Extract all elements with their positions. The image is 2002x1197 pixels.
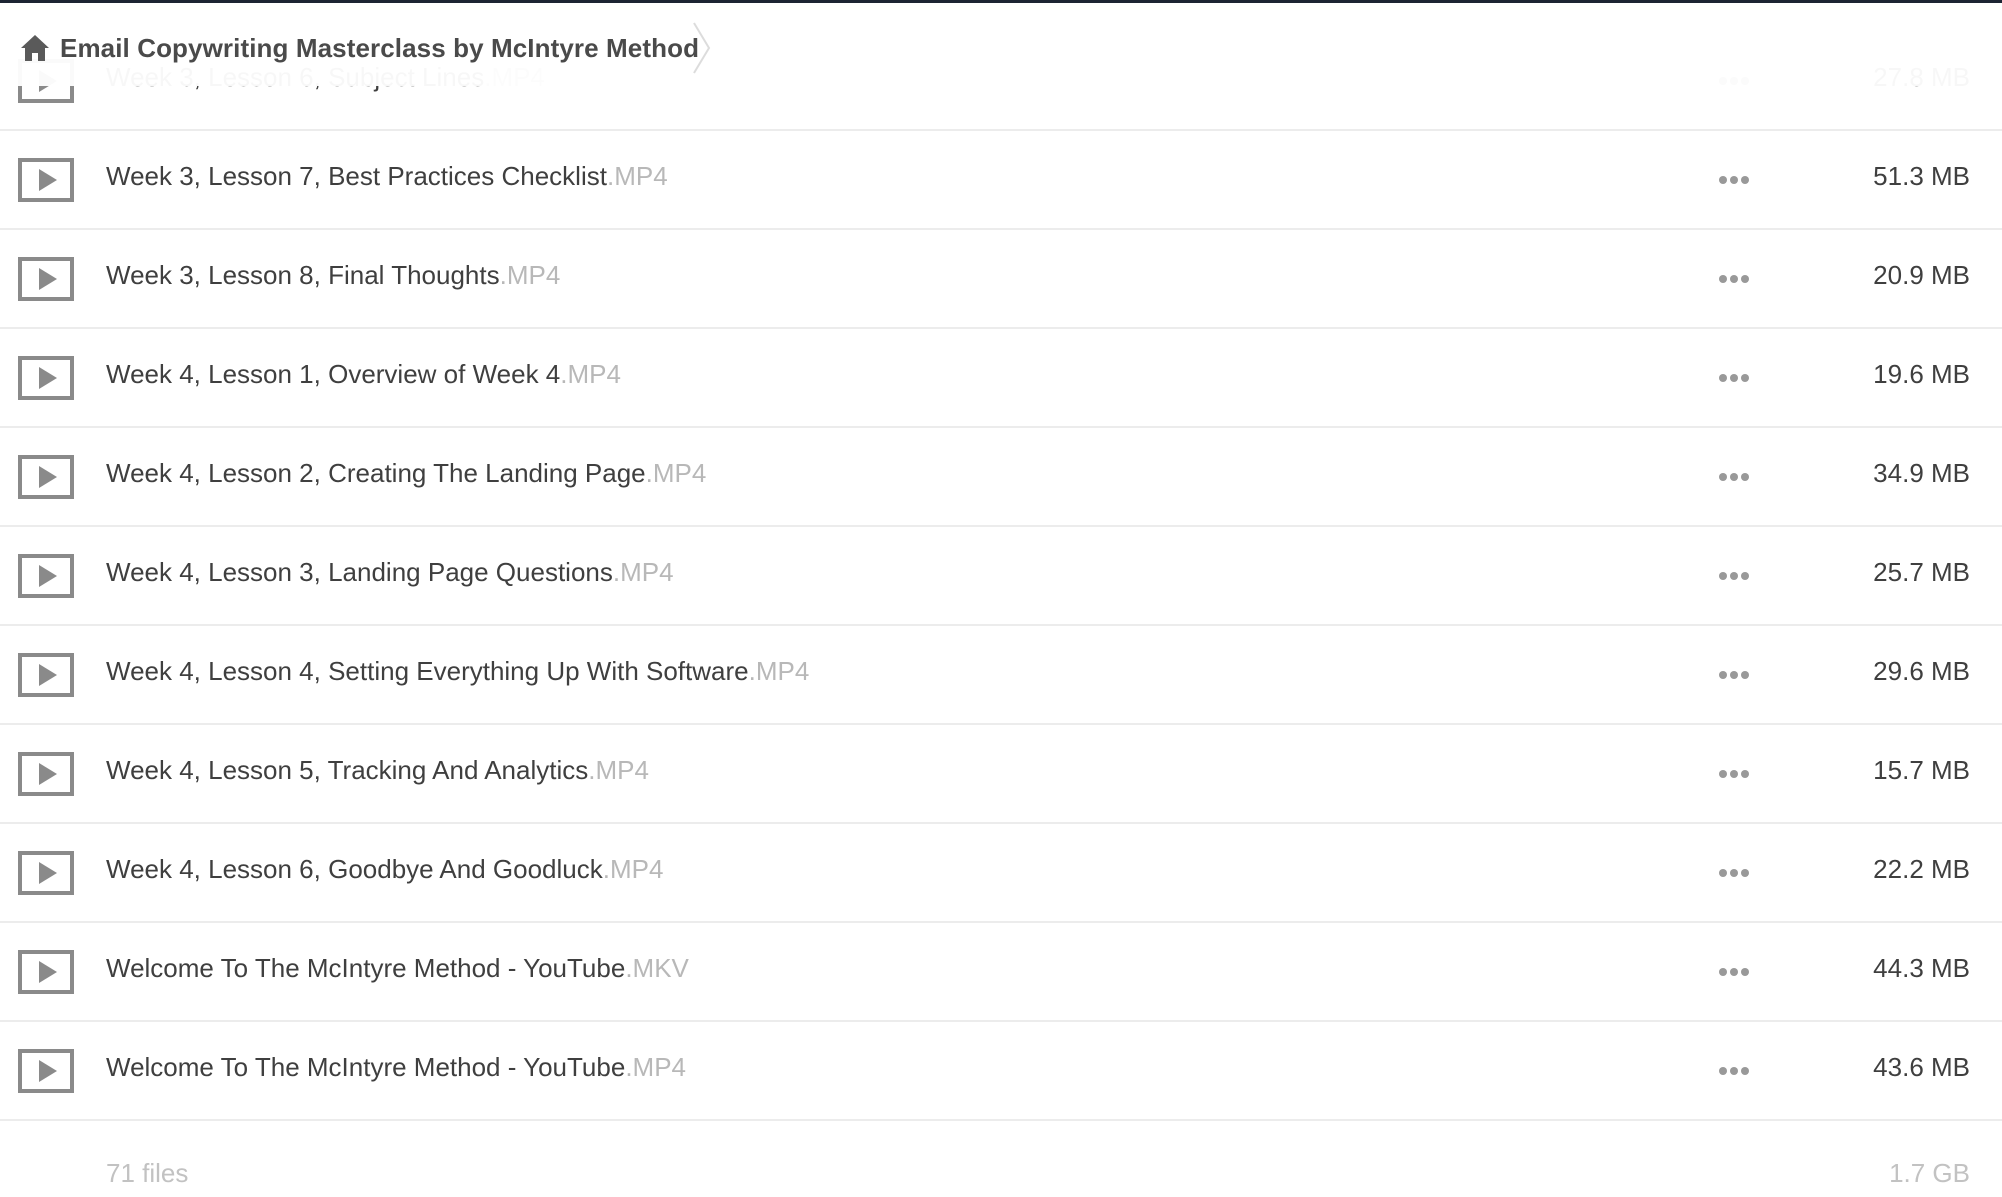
file-row[interactable]: Week 4, Lesson 1, Overview of Week 4.MP4…	[0, 329, 2002, 428]
file-name[interactable]: Week 4, Lesson 6, Goodbye And Goodluck.M…	[106, 854, 663, 885]
file-row[interactable]: Week 3, Lesson 8, Final Thoughts.MP4 20.…	[0, 230, 2002, 329]
file-extension: .MP4	[560, 359, 621, 389]
file-extension: .MP4	[606, 161, 668, 191]
file-row[interactable]: Welcome To The McIntyre Method - YouTube…	[0, 1022, 2002, 1121]
play-icon	[18, 554, 74, 598]
more-options-icon[interactable]	[1718, 274, 1750, 284]
file-size: 20.9 MB	[1873, 260, 1970, 290]
play-icon	[18, 455, 74, 499]
file-name[interactable]: Week 4, Lesson 4, Setting Everything Up …	[106, 656, 809, 687]
file-extension: .MP4	[602, 854, 664, 884]
file-row[interactable]: Week 4, Lesson 3, Landing Page Questions…	[0, 527, 2002, 626]
file-list: Week 3, Lesson 6, Subject Lines.MP4 27.8…	[0, 32, 2002, 1121]
file-size: 15.7 MB	[1873, 755, 1970, 785]
more-options-icon[interactable]	[1718, 769, 1750, 779]
breadcrumb-bar: Email Copywriting Masterclass by McIntyr…	[0, 3, 2002, 86]
file-size: 19.6 MB	[1873, 359, 1970, 389]
file-size: 44.3 MB	[1873, 953, 1970, 983]
file-name[interactable]: Week 4, Lesson 3, Landing Page Questions…	[106, 557, 674, 588]
file-size: 51.3 MB	[1873, 161, 1970, 191]
home-icon[interactable]	[20, 34, 50, 62]
file-size: 25.7 MB	[1873, 557, 1970, 587]
play-icon	[18, 1049, 74, 1093]
more-options-icon[interactable]	[1718, 175, 1750, 185]
file-name[interactable]: Week 4, Lesson 5, Tracking And Analytics…	[106, 755, 649, 786]
file-extension: .MP4	[625, 1052, 687, 1082]
file-name[interactable]: Week 4, Lesson 1, Overview of Week 4.MP4	[106, 359, 621, 390]
file-name[interactable]: Week 4, Lesson 2, Creating The Landing P…	[106, 458, 706, 489]
more-options-icon[interactable]	[1718, 1066, 1750, 1076]
folder-title[interactable]: Email Copywriting Masterclass by McIntyr…	[60, 33, 699, 64]
play-icon	[18, 851, 74, 895]
file-row[interactable]: Week 3, Lesson 7, Best Practices Checkli…	[0, 131, 2002, 230]
total-size: 1.7 GB	[1889, 1158, 1970, 1188]
file-size: 22.2 MB	[1873, 854, 1970, 884]
file-extension: .MKV	[625, 953, 689, 983]
more-options-icon[interactable]	[1718, 472, 1750, 482]
file-row[interactable]: Week 4, Lesson 4, Setting Everything Up …	[0, 626, 2002, 725]
more-options-icon[interactable]	[1718, 967, 1750, 977]
play-icon	[18, 158, 74, 202]
folder-summary: 71 files 1.7 GB	[0, 1144, 2002, 1194]
more-options-icon[interactable]	[1718, 670, 1750, 680]
play-icon	[18, 950, 74, 994]
file-size: 43.6 MB	[1873, 1052, 1970, 1082]
file-extension: .MP4	[499, 260, 561, 290]
play-icon	[18, 356, 74, 400]
file-size: 34.9 MB	[1873, 458, 1970, 488]
more-options-icon[interactable]	[1718, 373, 1750, 383]
play-icon	[18, 257, 74, 301]
file-count: 71 files	[106, 1158, 189, 1188]
file-name[interactable]: Week 3, Lesson 8, Final Thoughts.MP4	[106, 260, 560, 291]
file-extension: .MP4	[748, 656, 810, 686]
more-options-icon[interactable]	[1718, 571, 1750, 581]
file-extension: .MP4	[588, 755, 649, 785]
file-name[interactable]: Welcome To The McIntyre Method - YouTube…	[106, 1052, 686, 1083]
play-icon	[18, 752, 74, 796]
file-row[interactable]: Welcome To The McIntyre Method - YouTube…	[0, 923, 2002, 1022]
file-row[interactable]: Week 4, Lesson 2, Creating The Landing P…	[0, 428, 2002, 527]
breadcrumb-chevron-icon	[693, 22, 711, 74]
more-options-icon[interactable]	[1718, 868, 1750, 878]
file-extension: .MP4	[645, 458, 707, 488]
file-row[interactable]: Week 4, Lesson 6, Goodbye And Goodluck.M…	[0, 824, 2002, 923]
file-size: 29.6 MB	[1873, 656, 1970, 686]
play-icon	[18, 653, 74, 697]
file-extension: .MP4	[612, 557, 674, 587]
file-name[interactable]: Welcome To The McIntyre Method - YouTube…	[106, 953, 689, 984]
file-row[interactable]: Week 4, Lesson 5, Tracking And Analytics…	[0, 725, 2002, 824]
breadcrumb[interactable]: Email Copywriting Masterclass by McIntyr…	[20, 27, 699, 69]
file-name[interactable]: Week 3, Lesson 7, Best Practices Checkli…	[106, 161, 668, 192]
